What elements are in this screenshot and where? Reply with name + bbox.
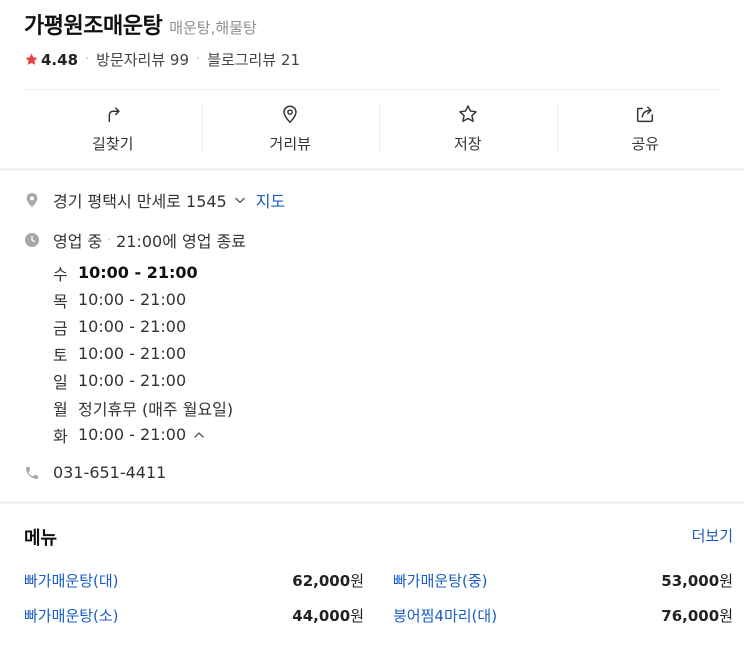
hours-time: 10:00 - 21:00 [78, 425, 187, 444]
hours-time: 10:00 - 21:00 [78, 344, 187, 363]
share-icon [637, 106, 654, 123]
address-row: 경기 평택시 만세로 1545 지도 [24, 188, 285, 212]
hours-day: 수 [53, 264, 68, 284]
address-text: 경기 평택시 만세로 1545 [53, 192, 227, 211]
separator-dot: · [85, 52, 90, 67]
hours-row: 목 10:00 - 21:00 [53, 286, 233, 313]
place-info-card: 경기 평택시 만세로 1545 지도 영업 중 · 21:00에 영업 종료 수… [0, 171, 744, 501]
menu-item-name[interactable]: 붕어찜4마리(대) [393, 605, 497, 626]
phone-number[interactable]: 031-651-4411 [53, 463, 166, 482]
street-view-label: 거리뷰 [269, 135, 311, 153]
action-bar: 길찾기 거리뷰 저장 공유 [24, 90, 734, 162]
menu-item-name[interactable]: 빠가매운탕(소) [24, 605, 119, 626]
menu-item[interactable]: 빠가매운탕(대) 62,000원 [24, 570, 364, 591]
street-view-icon [283, 105, 297, 124]
business-status: 영업 중 [53, 232, 103, 251]
hours-day: 목 [53, 291, 68, 311]
menu-card: 메뉴 더보기 빠가매운탕(대) 62,000원 빠가매운탕(중) 53,000원… [0, 504, 744, 645]
hours-row-today: 수 10:00 - 21:00 [53, 259, 233, 286]
blog-reviews-link[interactable]: 블로그리뷰 21 [207, 49, 300, 70]
separator-dot: · [196, 52, 201, 67]
menu-item-name[interactable]: 빠가매운탕(대) [24, 570, 119, 591]
hours-time: 10:00 - 21:00 [78, 371, 187, 390]
hours-time: 10:00 - 21:00 [78, 263, 198, 282]
clock-icon [25, 233, 39, 247]
location-pin-icon [26, 193, 38, 207]
place-category: 매운탕,해물탕 [169, 19, 257, 37]
hours-day: 금 [53, 318, 68, 338]
share-button[interactable]: 공유 [556, 90, 735, 162]
rating-row: 4.48 · 방문자리뷰 99 · 블로그리뷰 21 [24, 49, 300, 70]
star-icon [25, 53, 38, 65]
menu-item-price: 44,000원 [292, 607, 364, 625]
share-label: 공유 [631, 135, 660, 153]
map-link[interactable]: 지도 [256, 188, 285, 212]
title-row: 가평원조매운탕 매운탕,해물탕 [24, 8, 257, 40]
place-name: 가평원조매운탕 [24, 14, 163, 39]
menu-item-price: 76,000원 [661, 607, 733, 625]
directions-icon [108, 107, 120, 123]
hours-row: 금 10:00 - 21:00 [53, 313, 233, 340]
menu-item[interactable]: 붕어찜4마리(대) 76,000원 [393, 605, 733, 626]
menu-item-price: 53,000원 [661, 572, 733, 590]
hours-list: 수 10:00 - 21:00 목 10:00 - 21:00 금 10:00 … [53, 259, 233, 448]
business-status-row: 영업 중 · 21:00에 영업 종료 [24, 228, 246, 252]
rating-value: 4.48 [41, 50, 79, 69]
phone-icon [26, 466, 38, 479]
hours-day: 토 [53, 345, 68, 365]
hours-day: 월 [53, 399, 68, 419]
hours-time: 10:00 - 21:00 [78, 290, 187, 309]
menu-title: 메뉴 [24, 528, 58, 549]
more-link[interactable]: 더보기 [692, 525, 733, 546]
star-outline-icon [458, 105, 477, 122]
hours-row: 월 정기휴무 (매주 월요일) [53, 394, 233, 421]
hours-time: 정기휴무 (매주 월요일) [78, 399, 234, 419]
closing-time: 21:00에 영업 종료 [116, 232, 246, 251]
hours-day: 화 [53, 426, 68, 446]
directions-button[interactable]: 길찾기 [24, 90, 202, 162]
hours-time: 10:00 - 21:00 [78, 317, 187, 336]
street-view-button[interactable]: 거리뷰 [201, 90, 380, 162]
phone-row: 031-651-4411 [24, 463, 166, 482]
directions-label: 길찾기 [92, 135, 134, 153]
hours-row: 화 10:00 - 21:00 [53, 421, 233, 448]
save-label: 저장 [453, 135, 482, 153]
visitor-reviews-link[interactable]: 방문자리뷰 99 [96, 49, 189, 70]
place-header-card: 가평원조매운탕 매운탕,해물탕 4.48 · 방문자리뷰 99 · 블로그리뷰 … [0, 0, 744, 168]
hours-day: 일 [53, 372, 68, 392]
menu-item[interactable]: 빠가매운탕(중) 53,000원 [393, 570, 733, 591]
chevron-down-icon[interactable] [234, 194, 246, 206]
chevron-up-icon[interactable] [193, 429, 205, 441]
menu-item-name[interactable]: 빠가매운탕(중) [393, 570, 488, 591]
hours-row: 일 10:00 - 21:00 [53, 367, 233, 394]
save-button[interactable]: 저장 [379, 90, 557, 162]
menu-item-price: 62,000원 [292, 572, 364, 590]
hours-row: 토 10:00 - 21:00 [53, 340, 233, 367]
separator-dot: · [107, 233, 112, 247]
menu-item[interactable]: 빠가매운탕(소) 44,000원 [24, 605, 364, 626]
